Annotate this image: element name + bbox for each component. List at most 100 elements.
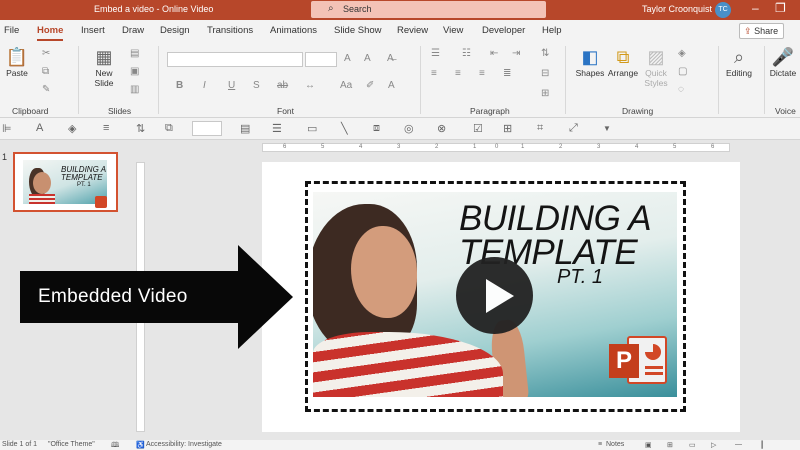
document-title: Embed a video - Online Video (94, 4, 214, 14)
smartart-icon[interactable]: ⊞ (541, 88, 549, 99)
highlight-icon[interactable]: ✐ (366, 80, 374, 91)
avatar[interactable]: TC (715, 2, 731, 18)
dictate-button[interactable]: 🎤 Dictate (768, 46, 798, 78)
tab-review[interactable]: Review (397, 25, 428, 36)
underline-button[interactable]: U (228, 80, 235, 91)
tab-insert[interactable]: Insert (81, 25, 105, 36)
align-text-icon[interactable]: ⊟ (541, 68, 549, 79)
indent-increase-icon[interactable]: ⇥ (512, 48, 520, 59)
numbering-icon[interactable]: ☷ (462, 48, 471, 59)
font-color-icon[interactable]: A (388, 80, 395, 91)
reading-view-icon[interactable]: ▭ (689, 441, 696, 449)
arrange-button[interactable]: ⧉ Arrange (606, 46, 640, 78)
grid-icon[interactable]: ⊞ (503, 122, 512, 135)
increase-font-icon[interactable]: A (344, 53, 351, 64)
new-slide-button[interactable]: ▦ New Slide (88, 46, 120, 88)
horizontal-ruler[interactable]: 6 5 4 3 2 1 0 1 2 3 4 5 6 (262, 143, 730, 152)
format-painter-icon[interactable]: ✎ (42, 84, 50, 95)
customize-icon[interactable]: ▼ (603, 124, 611, 133)
accessibility-status[interactable]: Accessibility: Investigate (146, 441, 222, 448)
italic-button[interactable]: I (203, 80, 206, 91)
search-box[interactable]: ⌕ Search (311, 1, 546, 18)
restore-icon[interactable]: ❐ (775, 1, 786, 15)
bold-button[interactable]: B (176, 80, 183, 91)
line-icon[interactable]: ╲ (341, 122, 348, 135)
normal-view-icon[interactable]: ▣ (645, 441, 652, 449)
layout-icon[interactable]: ▤ (130, 48, 139, 59)
tab-home[interactable]: Home (37, 25, 64, 41)
slide-thumbnail[interactable]: BUILDING A TEMPLATE PT. 1 (13, 152, 118, 212)
user-name[interactable]: Taylor Croonquist (642, 4, 712, 14)
shapes-icon[interactable]: ◎ (404, 122, 414, 135)
list-icon[interactable]: ☰ (272, 122, 282, 135)
share-button[interactable]: ⇪ Share (739, 23, 784, 39)
font-name-select[interactable] (167, 52, 303, 67)
checkbox-icon[interactable]: ☑ (473, 122, 483, 135)
clear-format-icon[interactable]: A̶ (387, 53, 394, 64)
tab-help[interactable]: Help (542, 25, 562, 36)
zoom-out-icon[interactable]: — (735, 441, 742, 448)
text-direction-icon[interactable]: ⇅ (541, 48, 549, 59)
quick-styles-icon: ▨ (647, 47, 665, 67)
align-center-icon[interactable]: ≡ (455, 68, 461, 79)
paragraph-icon[interactable]: ≡ (103, 122, 109, 134)
strikethrough-button[interactable]: ab (277, 80, 288, 91)
tab-draw[interactable]: Draw (122, 25, 144, 36)
notes-button[interactable]: Notes (606, 441, 624, 448)
tab-design[interactable]: Design (160, 25, 190, 36)
tab-transitions[interactable]: Transitions (207, 25, 253, 36)
copy-icon[interactable]: ⧉ (42, 66, 49, 77)
cut-icon[interactable]: ✂ (42, 48, 50, 59)
editing-label: Editing (726, 68, 752, 78)
effects-icon[interactable]: ⊗ (437, 122, 446, 135)
tab-slide-show[interactable]: Slide Show (334, 25, 382, 36)
tab-file[interactable]: File (4, 25, 19, 36)
shadow-button[interactable]: S (253, 80, 260, 91)
resize-icon[interactable]: ⤢ (569, 122, 578, 135)
paste-button[interactable]: 📋 Paste (4, 46, 30, 78)
table-icon[interactable]: ▤ (240, 122, 250, 135)
tab-animations[interactable]: Animations (270, 25, 317, 36)
align-icon[interactable]: ⊫ (2, 122, 12, 135)
ruler-number: 4 (359, 144, 363, 150)
sorter-view-icon[interactable]: ⊞ (667, 441, 673, 449)
embedded-video[interactable]: BUILDING A TEMPLATE PT. 1 P (313, 192, 677, 397)
align-left-icon[interactable]: ≡ (431, 68, 437, 79)
section-icon[interactable]: ▥ (130, 84, 139, 95)
font-color-icon[interactable]: A (36, 122, 43, 134)
ruler-number: 6 (283, 144, 287, 150)
justify-icon[interactable]: ≣ (503, 68, 511, 79)
person-face (351, 226, 417, 318)
minimize-icon[interactable]: – (752, 1, 759, 15)
quick-styles-button[interactable]: ▨ Quick Styles (640, 46, 672, 88)
group-label-paragraph: Paragraph (470, 106, 510, 116)
play-button[interactable] (456, 257, 533, 334)
rectangle-icon[interactable]: ▭ (307, 122, 317, 135)
editing-button[interactable]: ⌕ Editing (722, 46, 756, 78)
shape-effects-icon[interactable]: ◌ (678, 84, 684, 95)
arrange-icon[interactable]: ⧉ (165, 122, 173, 135)
crop-icon[interactable]: ⌗ (537, 122, 543, 135)
shape-fill-icon[interactable]: ◈ (678, 48, 686, 59)
font-size-select[interactable] (305, 52, 337, 67)
indent-decrease-icon[interactable]: ⇤ (490, 48, 498, 59)
case-icon[interactable]: Aa (340, 80, 352, 91)
spellcheck-icon[interactable]: 🕮 (111, 441, 119, 450)
textbox-icon[interactable]: ⧈ (373, 122, 380, 135)
shape-outline-icon[interactable]: ▢ (678, 66, 687, 77)
align-right-icon[interactable]: ≡ (479, 68, 485, 79)
slide-count: Slide 1 of 1 (2, 441, 38, 448)
sort-icon[interactable]: ⇅ (136, 122, 145, 135)
video-subtitle: PT. 1 (557, 266, 603, 288)
reset-icon[interactable]: ▣ (130, 66, 139, 77)
tab-view[interactable]: View (443, 25, 463, 36)
shapes-button[interactable]: ◧ Shapes (573, 46, 607, 78)
spacing-icon[interactable]: ↔ (305, 80, 315, 91)
fill-icon[interactable]: ◈ (68, 122, 76, 135)
bullets-icon[interactable]: ☰ (431, 48, 440, 59)
slideshow-icon[interactable]: ▷ (711, 441, 716, 449)
zoom-slider[interactable]: ┃ (760, 441, 764, 449)
decrease-font-icon[interactable]: A (364, 53, 371, 64)
size-input[interactable] (192, 121, 222, 136)
tab-developer[interactable]: Developer (482, 25, 525, 36)
